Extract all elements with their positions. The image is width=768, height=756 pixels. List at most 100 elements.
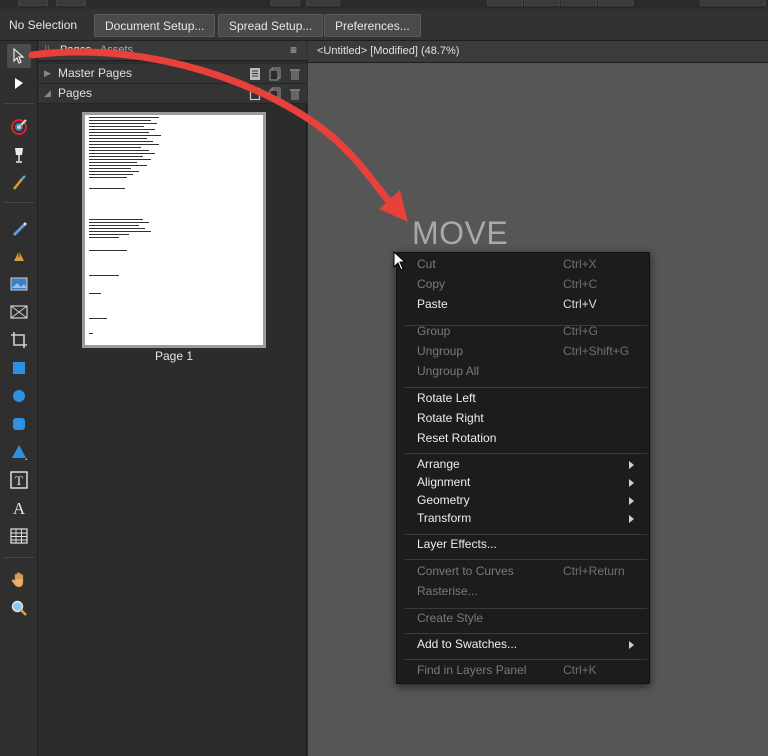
menu-item-copy[interactable]: Copy	[417, 277, 445, 291]
top-tab[interactable]	[270, 0, 300, 6]
menu-item-create-style[interactable]: Create Style	[417, 611, 483, 625]
menu-item-rotate-right[interactable]: Rotate Right	[417, 411, 484, 425]
top-tab[interactable]	[561, 0, 597, 6]
table-icon[interactable]	[7, 524, 31, 548]
top-tab[interactable]	[487, 0, 523, 6]
duplicate-page-icon[interactable]	[269, 87, 281, 101]
ellipse-icon[interactable]	[7, 384, 31, 408]
tool-divider	[4, 557, 34, 558]
menu-item-find-in-layers-panel[interactable]: Find in Layers Panel	[417, 663, 526, 677]
thumbnail-text-line	[89, 120, 151, 121]
thumbnail-text-line	[89, 228, 145, 229]
menu-item-convert-to-curves[interactable]: Convert to Curves	[417, 564, 514, 578]
zoom-icon[interactable]	[7, 596, 31, 620]
context-toolbar: No Selection Document Setup... Spread Se…	[0, 10, 768, 41]
move-annotation: MOVE	[412, 215, 509, 251]
preferences-button[interactable]: Preferences...	[324, 14, 421, 37]
delete-master-icon[interactable]	[289, 67, 301, 81]
menu-item-reset-rotation[interactable]: Reset Rotation	[417, 431, 496, 445]
collapse-arrow-icon[interactable]: ◢	[44, 88, 51, 99]
move-tool-icon[interactable]	[7, 44, 31, 68]
menu-separator	[405, 608, 647, 609]
thumbnail-text-line	[89, 144, 159, 145]
thumbnail-text-line	[89, 222, 149, 223]
triangle-icon[interactable]	[7, 440, 31, 464]
selection-status: No Selection	[9, 18, 78, 32]
top-tab[interactable]	[598, 0, 634, 6]
rounded-rect-icon[interactable]	[7, 412, 31, 436]
pen-icon[interactable]	[7, 244, 31, 268]
menu-separator	[405, 534, 647, 535]
expand-arrow-icon[interactable]: ▶	[44, 68, 51, 79]
menu-item-arrange[interactable]: Arrange	[417, 457, 460, 471]
fill-icon[interactable]	[7, 143, 31, 167]
submenu-arrow-icon	[629, 461, 634, 469]
thumbnail-text-line	[89, 147, 141, 148]
pencil-icon[interactable]	[7, 216, 31, 240]
top-tab[interactable]	[18, 0, 48, 6]
thumbnail-text-line	[89, 219, 143, 220]
top-tab[interactable]	[700, 0, 766, 6]
menu-item-cut[interactable]: Cut	[417, 257, 436, 271]
top-tab[interactable]	[56, 0, 86, 6]
thumbnail-text-line	[89, 231, 151, 232]
menu-item-rasterise[interactable]: Rasterise...	[417, 584, 478, 598]
menu-item-geometry[interactable]: Geometry	[417, 493, 470, 507]
thumbnail-text-line	[89, 168, 131, 169]
image-icon[interactable]	[7, 272, 31, 296]
menu-item-add-to-swatches[interactable]: Add to Swatches...	[417, 637, 517, 651]
panel-grip-icon[interactable]: ||	[44, 44, 50, 56]
thumbnail-text-line	[89, 165, 147, 166]
top-tab[interactable]	[306, 0, 340, 6]
thumbnail-text-line	[89, 129, 155, 130]
thumbnail-text-line	[89, 159, 151, 160]
pages-panel: || Pages Assets ≡ ▶ Master Pages ◢ Pages…	[38, 41, 307, 756]
tab-assets[interactable]: Assets	[100, 44, 133, 56]
menu-item-ungroup-all[interactable]: Ungroup All	[417, 364, 479, 378]
menu-item-transform[interactable]: Transform	[417, 511, 471, 525]
hand-icon[interactable]	[7, 568, 31, 592]
top-tab[interactable]	[524, 0, 560, 6]
svg-text:A: A	[13, 499, 26, 517]
rectangle-icon[interactable]	[7, 356, 31, 380]
brush-icon[interactable]	[7, 171, 31, 195]
thumbnail-text-line	[89, 333, 93, 334]
delete-page-icon[interactable]	[289, 87, 301, 101]
page-thumbnail-label: Page 1	[154, 349, 194, 363]
menu-item-paste[interactable]: Paste	[417, 297, 448, 311]
menu-item-group[interactable]: Group	[417, 324, 450, 338]
menu-shortcut: Ctrl+V	[563, 297, 597, 311]
artistic-text-icon[interactable]: A	[7, 496, 31, 520]
thumbnail-text-line	[89, 132, 149, 133]
add-page-icon[interactable]	[249, 87, 261, 101]
duplicate-master-icon[interactable]	[269, 67, 281, 81]
document-setup-button[interactable]: Document Setup...	[94, 14, 216, 37]
document-tab[interactable]: <Untitled> [Modified] (48.7%)	[317, 45, 459, 57]
menu-item-ungroup[interactable]: Ungroup	[417, 344, 463, 358]
node-tool-icon[interactable]	[7, 72, 31, 96]
crop-icon[interactable]	[7, 328, 31, 352]
text-frame-icon[interactable]: T	[7, 468, 31, 492]
menu-item-alignment[interactable]: Alignment	[417, 475, 470, 489]
thumbnail-text-line	[89, 150, 149, 151]
spread-setup-button[interactable]: Spread Setup...	[218, 14, 324, 37]
page-thumbnail[interactable]	[82, 112, 266, 348]
menu-item-layer-effects[interactable]: Layer Effects...	[417, 537, 497, 551]
panel-menu-icon[interactable]: ≡	[290, 43, 297, 57]
page-preview	[85, 115, 263, 345]
pages-section[interactable]: ◢ Pages	[38, 84, 307, 104]
thumbnail-text-line	[89, 156, 143, 157]
add-master-page-icon[interactable]	[249, 67, 261, 81]
master-pages-section[interactable]: ▶ Master Pages	[38, 64, 307, 84]
tools-panel: T A	[0, 41, 38, 756]
thumbnail-text-line	[89, 237, 119, 238]
menu-item-rotate-left[interactable]: Rotate Left	[417, 391, 476, 405]
tab-pages[interactable]: Pages	[60, 44, 91, 56]
color-picker-icon[interactable]	[7, 115, 31, 139]
master-pages-label: Master Pages	[58, 66, 133, 80]
thumbnail-text-line	[89, 225, 139, 226]
thumbnail-text-line	[89, 126, 144, 127]
thumbnail-text-line	[89, 162, 137, 163]
picture-frame-icon[interactable]	[7, 300, 31, 324]
thumbnail-text-line	[89, 250, 127, 251]
